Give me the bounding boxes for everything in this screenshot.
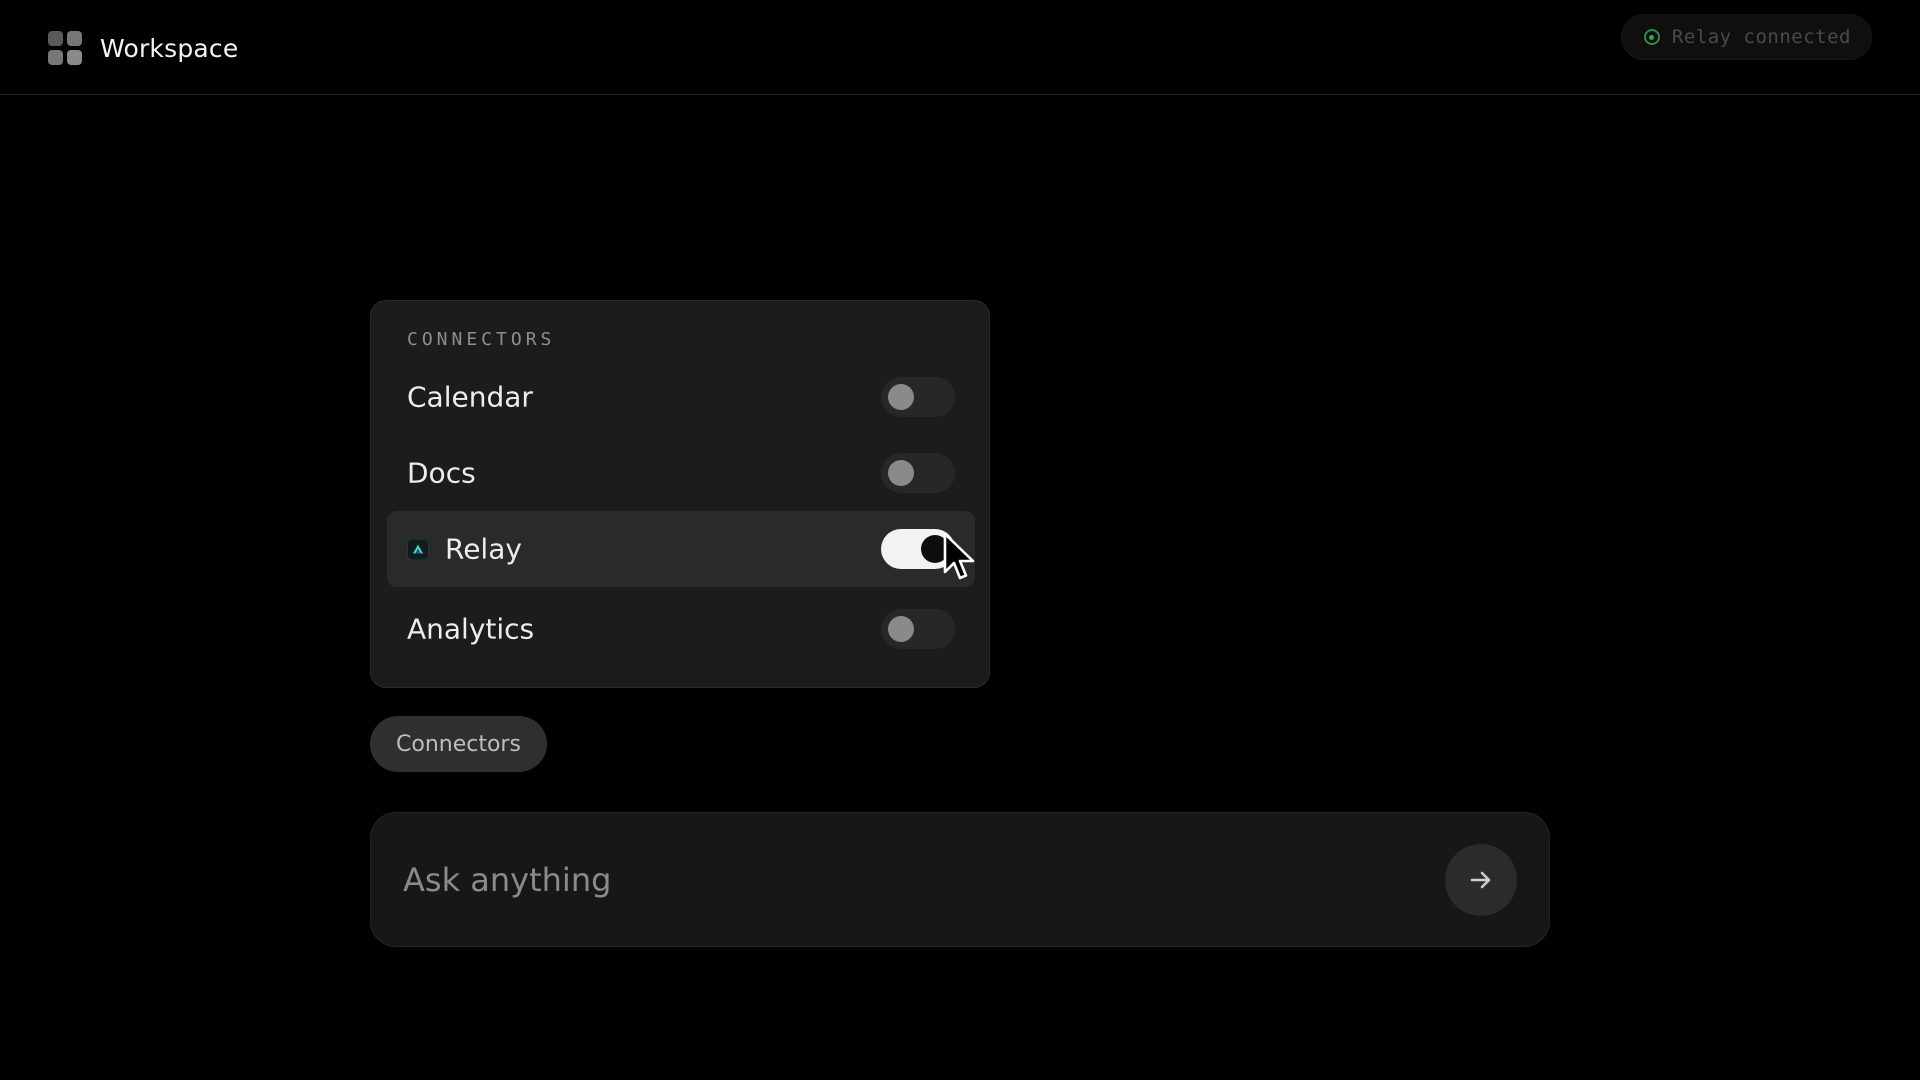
arrow-right-icon xyxy=(1470,871,1491,888)
analytics-toggle[interactable] xyxy=(881,609,955,649)
relay-icon xyxy=(407,538,429,560)
connector-name: Calendar xyxy=(407,380,533,414)
relay-status-badge: Relay connected xyxy=(1620,14,1872,60)
toggle-knob xyxy=(921,535,949,563)
connector-row-analytics[interactable]: Analytics xyxy=(387,591,975,667)
status-dot-icon xyxy=(1643,29,1660,45)
connector-label-calendar: Calendar xyxy=(407,381,533,414)
status-text: Relay connected xyxy=(1671,26,1851,48)
connector-name: Analytics xyxy=(407,612,535,646)
top-bar: Workspace Relay connected xyxy=(0,0,1920,95)
calendar-toggle[interactable] xyxy=(881,377,955,417)
connectors-button[interactable]: Connectors xyxy=(370,716,547,772)
ask-input[interactable] xyxy=(403,854,1403,905)
connector-row-docs[interactable]: Docs xyxy=(387,435,975,511)
send-button[interactable] xyxy=(1445,843,1517,916)
ask-composer xyxy=(370,812,1550,947)
connectors-heading: CONNECTORS xyxy=(407,329,556,350)
brand[interactable]: Workspace xyxy=(48,31,238,65)
connector-name: Relay xyxy=(445,532,522,566)
connector-label-docs: Docs xyxy=(407,457,476,490)
connector-label-relay: Relay xyxy=(407,533,522,566)
connectors-panel: CONNECTORS Calendar Docs Relay Analytics xyxy=(370,300,990,688)
workspace-title: Workspace xyxy=(100,33,239,63)
relay-toggle[interactable] xyxy=(881,529,955,569)
toggle-knob xyxy=(888,616,914,642)
app-grid-icon xyxy=(48,31,82,65)
toggle-knob xyxy=(888,460,914,486)
toggle-knob xyxy=(888,384,914,410)
docs-toggle[interactable] xyxy=(881,453,955,493)
connector-label-analytics: Analytics xyxy=(407,613,534,646)
connector-row-relay[interactable]: Relay xyxy=(387,511,975,587)
connector-name: Docs xyxy=(407,456,476,490)
connector-row-calendar[interactable]: Calendar xyxy=(387,359,975,435)
